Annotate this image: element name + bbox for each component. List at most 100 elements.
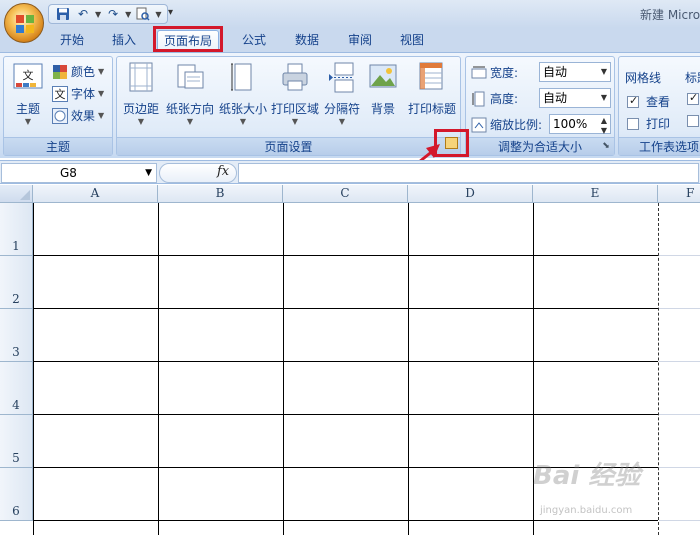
headings-view-checkbox[interactable] — [687, 91, 699, 105]
redo-icon[interactable]: ↷ — [105, 6, 121, 22]
background-button[interactable]: 背景 — [365, 61, 401, 117]
title-bar: ↶ ▼ ↷ ▼ ▼ ▾ 新建 Micro — [0, 0, 700, 28]
window-title: 新建 Micro — [640, 8, 700, 22]
cell-border — [33, 255, 658, 256]
headings-view-row[interactable] — [687, 91, 699, 105]
fonts-button[interactable]: 文 字体 ▼ — [52, 85, 104, 102]
tab-formulas[interactable]: 公式 — [234, 30, 274, 52]
print-preview-icon[interactable] — [135, 6, 151, 22]
row-header-5[interactable]: 5 — [0, 415, 33, 468]
height-dropdown-icon[interactable]: ▼ — [601, 89, 607, 107]
print-area-button[interactable]: 打印区域 ▼ — [270, 61, 320, 127]
select-all-corner[interactable] — [0, 185, 33, 203]
redo-dropdown-icon[interactable]: ▼ — [125, 10, 131, 19]
preview-dropdown-icon[interactable]: ▼ — [155, 10, 161, 19]
cell-border — [33, 203, 34, 535]
column-header-f[interactable]: F — [658, 185, 700, 203]
column-header-a[interactable]: A — [33, 185, 158, 203]
size-button[interactable]: 纸张大小 ▼ — [218, 61, 268, 127]
quick-access-toolbar: ↶ ▼ ↷ ▼ ▼ — [48, 4, 169, 24]
insert-function-icon[interactable]: fx — [217, 164, 229, 179]
height-label: 高度: — [490, 92, 519, 106]
office-logo-icon — [16, 15, 34, 33]
themes-dropdown-icon: ▼ — [24, 117, 32, 126]
gridline — [659, 414, 700, 415]
cell-border — [158, 203, 159, 535]
scale-label: 缩放比例: — [490, 118, 543, 132]
watermark-url: jingyan.baidu.com — [540, 505, 633, 516]
themes-icon: 文 — [13, 63, 43, 89]
row-header-5-label: 5 — [12, 451, 20, 465]
row-header-6[interactable]: 6 — [0, 468, 33, 521]
gridlines-view-checkbox[interactable] — [627, 94, 639, 108]
print-titles-button[interactable]: 打印标题 — [404, 61, 460, 117]
print-area-dropdown-icon: ▼ — [291, 117, 299, 126]
scale-label-row: 缩放比例: — [471, 116, 542, 133]
row-header-4-label: 4 — [12, 398, 20, 412]
formula-buttons: fx — [159, 163, 237, 183]
height-combo[interactable]: 自动 ▼ — [539, 88, 611, 108]
headings-print-checkbox[interactable] — [687, 115, 699, 127]
column-header-f-label: F — [686, 186, 695, 200]
customize-qat-icon[interactable]: ▾ — [168, 7, 173, 18]
width-label: 宽度: — [490, 66, 519, 80]
column-header-e[interactable]: E — [533, 185, 658, 203]
ribbon-tabs: 开始 插入 页面布局 公式 数据 审阅 视图 — [0, 28, 700, 52]
tab-insert[interactable]: 插入 — [104, 30, 144, 52]
cell-border — [33, 414, 658, 415]
margins-icon — [129, 62, 153, 92]
effects-icon — [52, 107, 68, 124]
row-header-1-label: 1 — [12, 239, 20, 253]
formula-input[interactable] — [238, 163, 699, 183]
themes-button[interactable]: 文 主题 ▼ — [8, 61, 48, 127]
ribbon: 文 主题 ▼ 颜色 ▼ 文 字体 ▼ 效果 ▼ 主题 页边距 ▼ 纸张方向 ▼ … — [0, 52, 700, 158]
row-header-3[interactable]: 3 — [0, 309, 33, 362]
scale-to-fit-launcher-icon[interactable]: ⬊ — [600, 140, 612, 152]
column-header-c[interactable]: C — [283, 185, 408, 203]
margins-button[interactable]: 页边距 ▼ — [119, 61, 163, 127]
effects-dropdown-icon: ▼ — [98, 111, 105, 120]
colors-icon — [53, 64, 67, 79]
tab-view[interactable]: 视图 — [392, 30, 432, 52]
row-header-1[interactable]: 1 — [0, 203, 33, 256]
size-dropdown-icon: ▼ — [239, 117, 247, 126]
themes-group-label: 主题 — [4, 137, 112, 155]
width-combo[interactable]: 自动 ▼ — [539, 62, 611, 82]
sheet-options-group: 网格线 标题 查看 打印 工作表选项 — [618, 56, 700, 156]
orientation-label: 纸张方向 — [165, 102, 214, 116]
gridlines-print-checkbox[interactable] — [627, 117, 639, 130]
save-icon[interactable] — [55, 6, 71, 22]
scale-to-fit-group: 宽度: 自动 ▼ 高度: 自动 ▼ 缩放比例: 100% ▲ ▼ 调整为合适大小 — [465, 56, 615, 156]
scale-value: 100% — [553, 117, 588, 131]
row-header-3-label: 3 — [12, 345, 20, 359]
name-box[interactable]: G8 ▼ — [1, 163, 157, 183]
tab-home[interactable]: 开始 — [52, 30, 92, 52]
tab-data[interactable]: 数据 — [287, 30, 327, 52]
column-header-b[interactable]: B — [158, 185, 283, 203]
gridlines-print-label: 打印 — [646, 117, 671, 131]
gridlines-print-row[interactable]: 打印 — [627, 115, 670, 132]
printer-icon — [282, 63, 308, 91]
breaks-button[interactable]: 分隔符 ▼ — [322, 61, 362, 127]
gridlines-view-row[interactable]: 查看 — [627, 93, 670, 110]
scale-spinner[interactable]: 100% ▲ ▼ — [549, 114, 611, 135]
width-dropdown-icon[interactable]: ▼ — [601, 63, 607, 81]
row-header-2[interactable]: 2 — [0, 256, 33, 309]
row-header-6-label: 6 — [12, 504, 20, 518]
row-header-4[interactable]: 4 — [0, 362, 33, 415]
gridline — [659, 467, 700, 468]
margins-label: 页边距 — [122, 102, 159, 116]
print-titles-label: 打印标题 — [407, 102, 456, 116]
tab-review[interactable]: 审阅 — [340, 30, 380, 52]
orientation-button[interactable]: 纸张方向 ▼ — [165, 61, 215, 127]
undo-dropdown-icon[interactable]: ▼ — [95, 10, 101, 19]
column-header-d[interactable]: D — [408, 185, 533, 203]
effects-button[interactable]: 效果 ▼ — [52, 107, 104, 124]
fonts-label: 字体 — [71, 87, 96, 101]
name-box-dropdown-icon[interactable]: ▼ — [145, 164, 152, 182]
office-button[interactable] — [4, 3, 44, 43]
undo-icon[interactable]: ↶ — [75, 6, 91, 22]
headings-print-row[interactable] — [687, 115, 699, 127]
colors-button[interactable]: 颜色 ▼ — [52, 63, 104, 80]
themes-group: 文 主题 ▼ 颜色 ▼ 文 字体 ▼ 效果 ▼ 主题 — [3, 56, 113, 156]
